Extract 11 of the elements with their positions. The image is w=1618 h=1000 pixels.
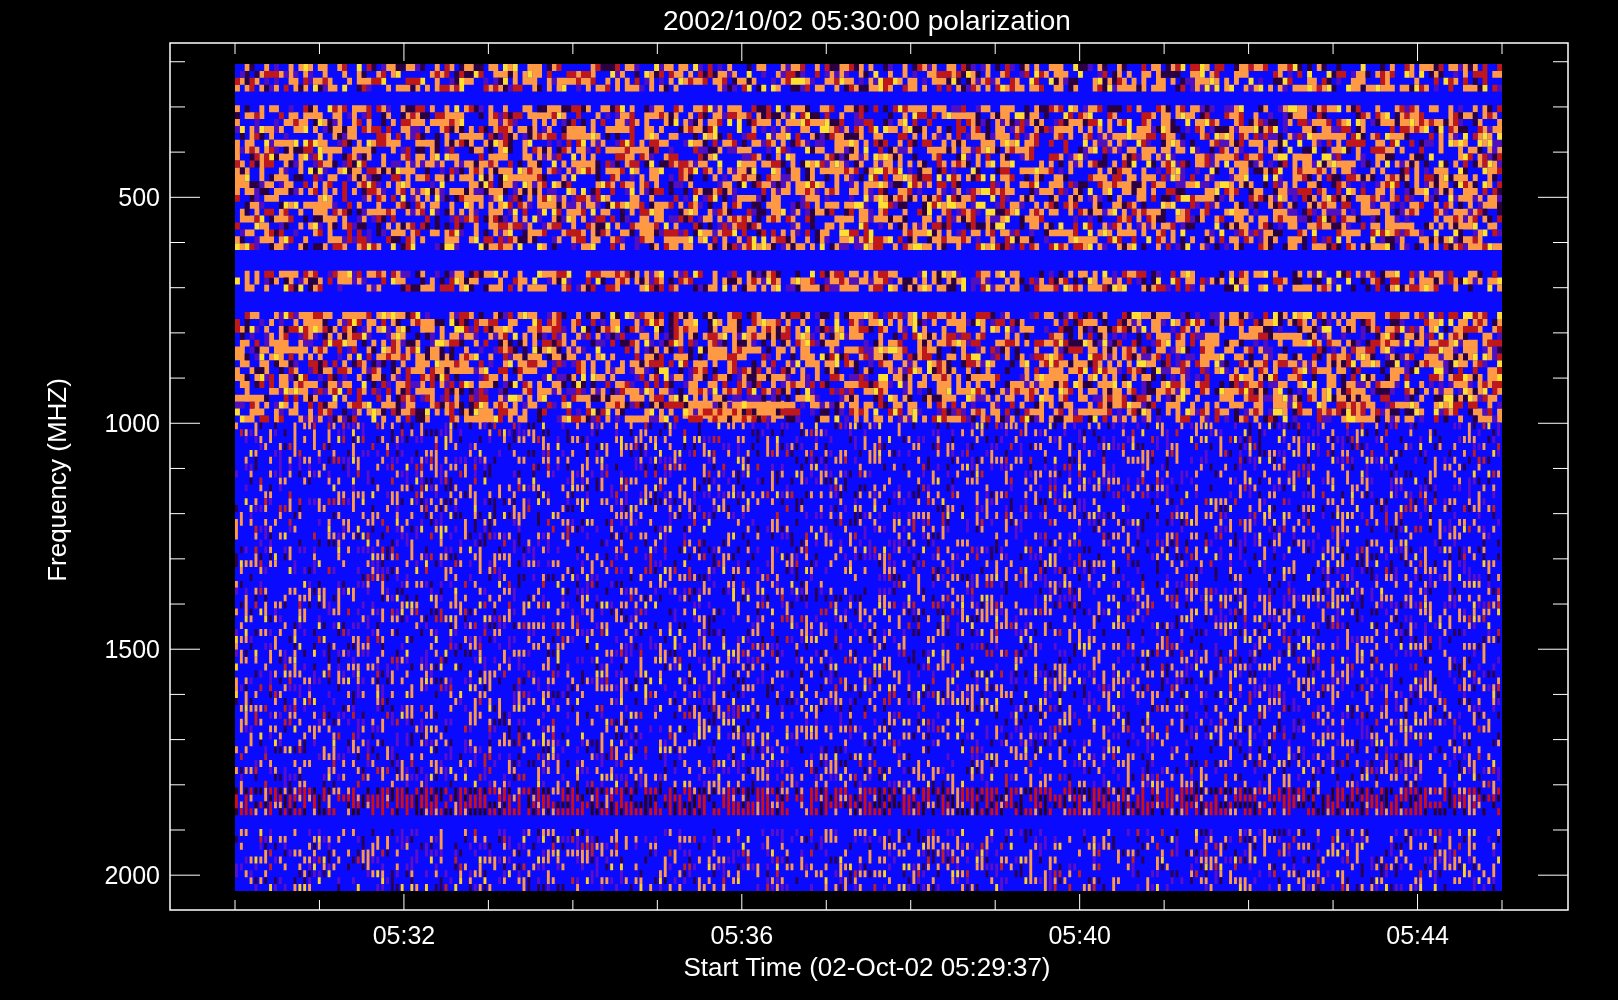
tick-label: 05:36 (710, 921, 774, 949)
plot-title: 2002/10/02 05:30:00 polarization (663, 5, 1071, 36)
tick-label: 05:40 (1048, 921, 1111, 949)
tick-label: 05:32 (372, 921, 436, 949)
x-axis-title: Start Time (02-Oct-02 05:29:37) (683, 952, 1051, 982)
tick-label: 1500 (104, 635, 160, 664)
tick-label: 1000 (104, 409, 160, 438)
tick-label: 2000 (104, 861, 160, 890)
y-axis-title: Frequency (MHZ) (42, 378, 72, 582)
tick-label: 05:44 (1386, 921, 1449, 949)
tick-label: 500 (118, 183, 160, 212)
